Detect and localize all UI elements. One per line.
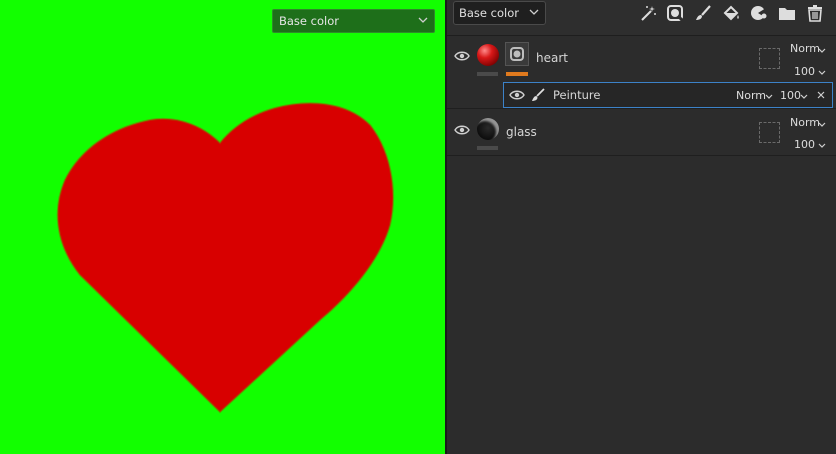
close-icon[interactable] <box>817 91 825 99</box>
trash-icon[interactable] <box>806 4 824 22</box>
layer-mask-slot[interactable] <box>759 48 780 69</box>
fill-layer-icon[interactable] <box>666 4 684 22</box>
sublayer-name[interactable]: Peinture <box>553 88 600 102</box>
opacity-value[interactable]: 100 <box>794 138 815 151</box>
layer-row-glass[interactable]: glass Norm 100 <box>447 110 836 156</box>
viewport-channel-dropdown[interactable]: Base color <box>272 9 435 33</box>
chevron-down-icon <box>818 48 826 53</box>
mask-thumbnail[interactable] <box>505 42 529 66</box>
folder-icon[interactable] <box>778 4 796 22</box>
paint-brush-icon[interactable] <box>694 4 712 22</box>
viewport-canvas[interactable]: Base color <box>0 0 445 454</box>
eye-icon[interactable] <box>509 90 525 100</box>
opacity-value[interactable]: 100 <box>780 89 801 102</box>
viewport-render <box>0 0 445 454</box>
material-thumbnail <box>477 118 499 140</box>
chevron-down-icon <box>800 94 808 99</box>
blend-mode-dropdown[interactable]: Norm <box>790 116 820 129</box>
channel-dropdown[interactable]: Base color <box>453 1 546 25</box>
material-indicator-bar <box>477 72 498 76</box>
viewport-channel-label: Base color <box>279 14 339 28</box>
material-indicator-bar <box>477 146 498 150</box>
layer-name[interactable]: heart <box>536 51 568 65</box>
blend-mode-dropdown[interactable]: Norm <box>790 42 820 55</box>
mask-icon <box>510 47 524 61</box>
eye-icon[interactable] <box>454 51 470 61</box>
layer-mask-slot[interactable] <box>759 122 780 143</box>
chevron-down-icon <box>818 143 826 148</box>
layer-name[interactable]: glass <box>506 125 537 139</box>
chevron-down-icon <box>818 122 826 127</box>
material-thumbnail <box>477 44 499 66</box>
chevron-down-icon <box>765 94 773 99</box>
layers-panel: Base color heart Norm 100 Peinture Norm … <box>447 0 836 454</box>
layers-toolbar: Base color <box>447 0 836 36</box>
eye-icon[interactable] <box>454 125 470 135</box>
smart-material-icon[interactable] <box>750 4 768 22</box>
sublayer-row-peinture[interactable]: Peinture Norm 100 <box>503 82 833 108</box>
chevron-down-icon <box>418 17 428 23</box>
paint-bucket-icon[interactable] <box>722 4 740 22</box>
mask-selected-indicator <box>506 72 528 76</box>
paint-brush-icon <box>532 88 545 101</box>
opacity-value[interactable]: 100 <box>794 65 815 78</box>
chevron-down-icon <box>529 9 539 15</box>
magic-wand-icon[interactable] <box>639 4 657 22</box>
channel-dropdown-label: Base color <box>459 6 519 20</box>
blend-mode-dropdown[interactable]: Norm <box>736 89 766 102</box>
chevron-down-icon <box>818 70 826 75</box>
